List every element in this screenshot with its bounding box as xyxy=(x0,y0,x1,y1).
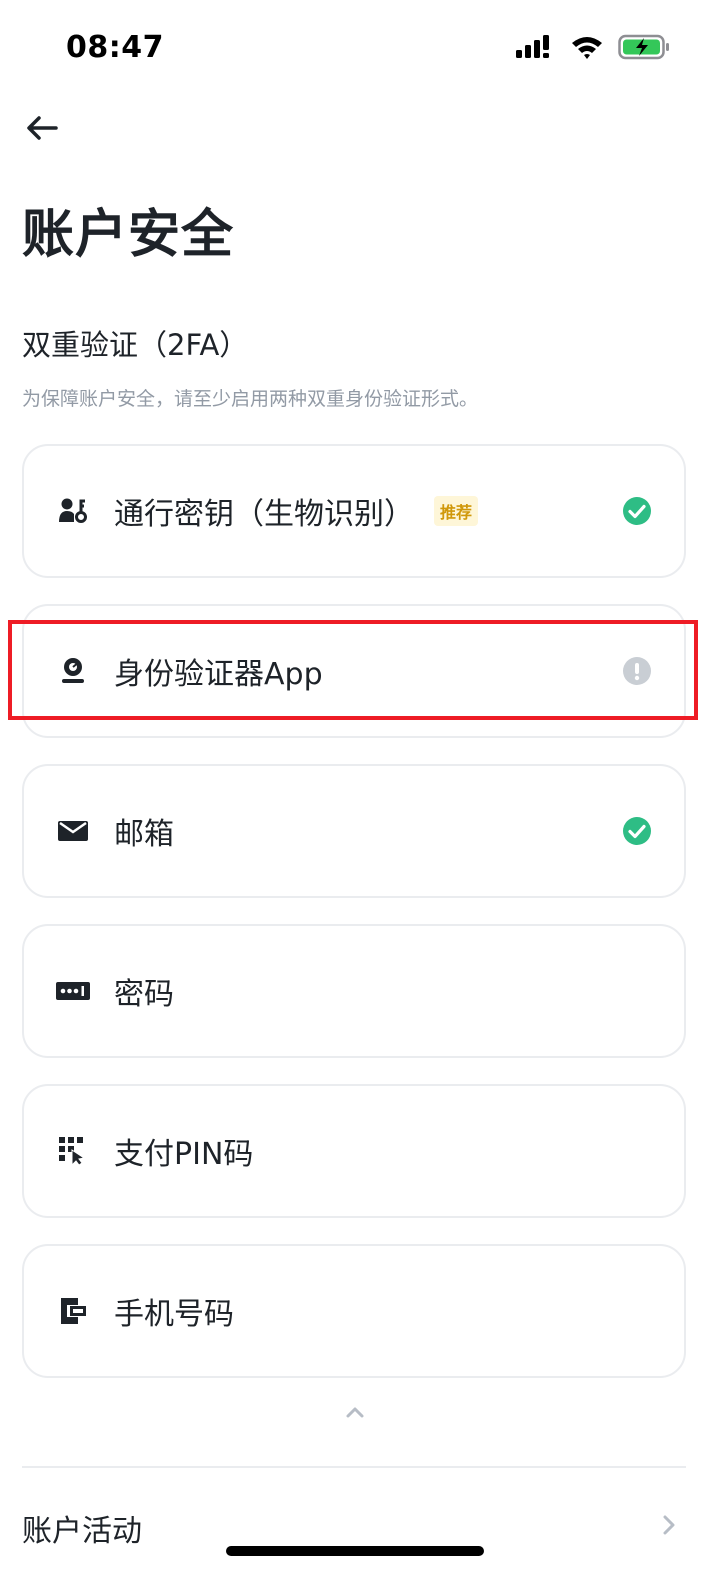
cellular-signal-icon xyxy=(516,34,556,64)
phone-icon xyxy=(56,1294,90,1328)
status-icons xyxy=(516,34,670,64)
wifi-icon xyxy=(570,34,604,64)
passkey-icon xyxy=(56,494,90,528)
page-title: 账户安全 xyxy=(22,205,235,265)
check-circle-icon xyxy=(622,496,652,526)
option-email[interactable]: 邮箱 xyxy=(22,764,686,898)
section-title-2fa: 双重验证（2FA） xyxy=(22,328,249,362)
option-email-label: 邮箱 xyxy=(114,817,174,852)
option-authenticator-label: 身份验证器App xyxy=(114,657,323,692)
password-icon xyxy=(56,974,90,1008)
section-description: 为保障账户安全，请至少启用两种双重身份验证形式。 xyxy=(22,388,479,410)
home-indicator xyxy=(226,1546,484,1556)
option-passkey[interactable]: 通行密钥（生物识别） 推荐 xyxy=(22,444,686,578)
option-payment-pin-label: 支付PIN码 xyxy=(114,1137,254,1172)
warning-circle-icon xyxy=(622,656,652,686)
option-passkey-label: 通行密钥（生物识别） xyxy=(114,497,414,532)
back-button[interactable] xyxy=(20,110,64,150)
option-password[interactable]: 密码 xyxy=(22,924,686,1058)
option-password-label: 密码 xyxy=(114,977,174,1012)
option-phone[interactable]: 手机号码 xyxy=(22,1244,686,1378)
option-passkey-label-wrap: 通行密钥（生物识别） 推荐 xyxy=(114,489,479,533)
chevron-right-icon xyxy=(662,1514,676,1540)
status-bar: 08:47 xyxy=(0,0,714,100)
chevron-up-icon xyxy=(345,1404,365,1423)
option-authenticator-app[interactable]: 身份验证器App xyxy=(22,604,686,738)
email-icon xyxy=(56,814,90,848)
collapse-toggle[interactable] xyxy=(337,1398,373,1428)
authenticator-icon xyxy=(56,654,90,688)
option-payment-pin[interactable]: 支付PIN码 xyxy=(22,1084,686,1218)
status-time: 08:47 xyxy=(66,30,164,65)
option-phone-label: 手机号码 xyxy=(114,1297,234,1332)
pin-pad-icon xyxy=(56,1134,90,1168)
divider xyxy=(22,1466,686,1468)
account-activity-label: 账户活动 xyxy=(22,1514,142,1549)
check-circle-icon xyxy=(622,816,652,846)
arrow-left-icon xyxy=(26,115,58,145)
battery-charging-icon xyxy=(618,34,670,64)
recommended-badge: 推荐 xyxy=(434,496,479,526)
